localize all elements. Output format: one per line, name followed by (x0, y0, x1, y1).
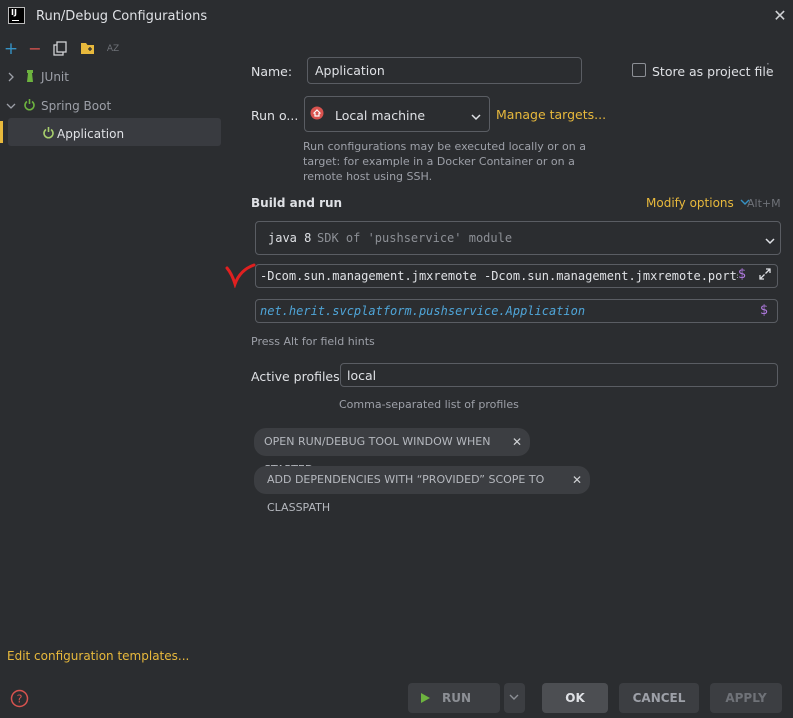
alt-hint: Press Alt for field hints (251, 335, 375, 348)
modify-options-button[interactable]: Modify options (646, 196, 750, 210)
run-button-label: RUN (442, 691, 472, 705)
svg-text:?: ? (17, 693, 23, 706)
home-icon (310, 106, 324, 120)
run-on-hint: Run configurations may be executed local… (303, 140, 586, 183)
modify-options-label: Modify options (646, 196, 734, 210)
selection-indicator (0, 121, 3, 143)
play-icon (421, 693, 430, 703)
spring-boot-icon (23, 98, 36, 111)
copy-icon (53, 41, 67, 56)
remove-configuration-button[interactable]: − (26, 40, 44, 58)
store-project-label: Store as project file (652, 64, 774, 79)
vm-options-value: -Dcom.sun.management.jmxremote -Dcom.sun… (260, 269, 738, 283)
open-tool-window-option[interactable]: OPEN RUN/DEBUG TOOL WINDOW WHEN STARTED … (254, 428, 530, 476)
close-icon[interactable]: ✕ (512, 428, 522, 456)
name-input[interactable]: Application (307, 57, 582, 84)
apply-button[interactable]: APPLY (710, 683, 782, 713)
junit-icon (25, 69, 35, 83)
active-profiles-input[interactable]: local (340, 363, 778, 387)
sdk-sub: SDK of 'pushservice' module (317, 231, 513, 245)
intellij-logo-icon: IJ (8, 7, 25, 24)
close-button[interactable]: ✕ (770, 6, 790, 26)
modify-options-shortcut: Alt+M (747, 197, 781, 210)
run-on-label: Run o... (251, 108, 299, 123)
vm-options-input[interactable]: -Dcom.sun.management.jmxremote -Dcom.sun… (255, 264, 778, 288)
chevron-right-icon[interactable] (6, 71, 16, 83)
spring-boot-run-icon (42, 126, 55, 139)
tree-item-spring-boot[interactable]: Spring Boot (41, 99, 111, 113)
main-class-input[interactable]: net.herit.svcplatform.pushservice.Applic… (255, 299, 778, 323)
add-configuration-button[interactable]: + (2, 40, 20, 58)
window-title: Run/Debug Configurations (36, 9, 208, 24)
run-on-value: Local machine (335, 108, 426, 123)
insert-macro-button[interactable]: $ (738, 267, 746, 282)
chevron-down-icon[interactable] (5, 100, 17, 110)
ok-button[interactable]: OK (542, 683, 608, 713)
run-dropdown-button[interactable] (504, 683, 525, 713)
add-provided-deps-label: ADD DEPENDENCIES WITH “PROVIDED” SCOPE T… (267, 473, 545, 514)
main-class-value: net.herit.svcplatform.pushservice.Applic… (260, 304, 586, 318)
tree-item-junit[interactable]: JUnit (41, 70, 69, 84)
expand-icon[interactable] (759, 268, 771, 280)
move-into-folder-button[interactable] (80, 41, 95, 55)
help-icon[interactable]: ? (10, 689, 29, 708)
cancel-button[interactable]: CANCEL (619, 683, 699, 713)
build-run-title: Build and run (251, 196, 343, 210)
chevron-down-icon (764, 234, 776, 245)
active-profiles-label: Active profiles: (251, 369, 344, 384)
add-provided-deps-option[interactable]: ADD DEPENDENCIES WITH “PROVIDED” SCOPE T… (254, 466, 590, 514)
edit-templates-link[interactable]: Edit configuration templates... (7, 649, 189, 663)
chevron-down-icon (509, 694, 519, 700)
store-project-checkbox[interactable] (632, 63, 646, 77)
manage-targets-link[interactable]: Manage targets... (496, 107, 606, 122)
run-button[interactable]: RUN (408, 683, 500, 713)
copy-configuration-button[interactable] (53, 41, 67, 56)
more-options-icon[interactable]: · · · (766, 58, 772, 80)
folder-icon (81, 43, 94, 54)
tree-item-application-label: Application (57, 127, 125, 141)
chevron-down-icon (470, 110, 482, 121)
close-icon[interactable]: ✕ (572, 466, 582, 494)
checkmark-annotation-icon (224, 262, 256, 289)
sort-button[interactable]: AZ (104, 40, 122, 58)
active-profiles-hint: Comma-separated list of profiles (339, 398, 519, 411)
name-label: Name: (251, 64, 293, 79)
insert-macro-button[interactable]: $ (760, 303, 768, 318)
sdk-main: java 8 (268, 231, 312, 245)
